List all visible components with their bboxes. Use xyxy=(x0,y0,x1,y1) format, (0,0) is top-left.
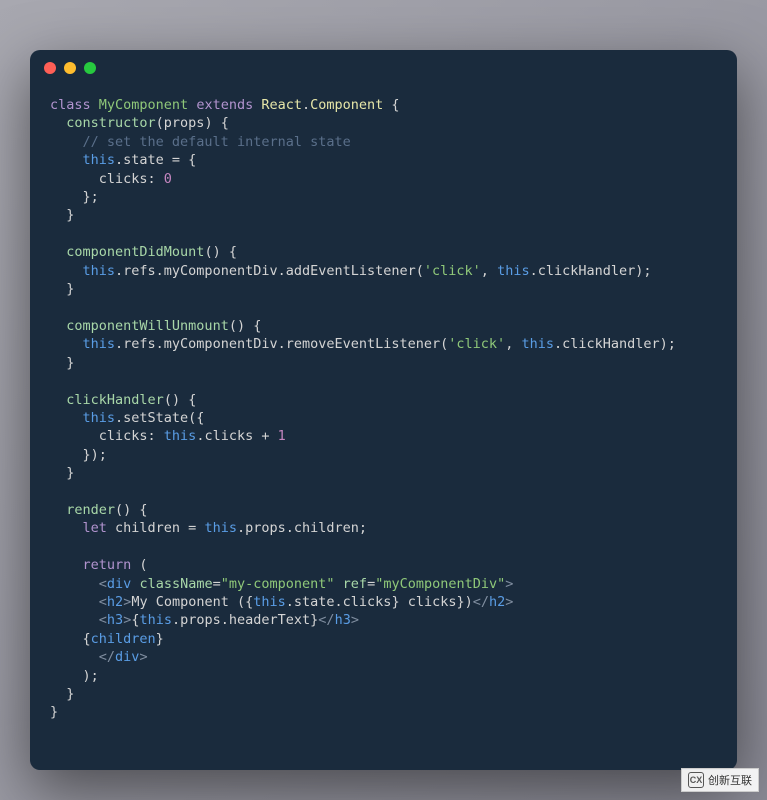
code-token: < xyxy=(99,612,107,628)
code-token xyxy=(50,612,99,628)
code-token xyxy=(335,576,343,592)
code-token: class xyxy=(50,97,99,113)
code-token: h2 xyxy=(489,594,505,610)
code-token: < xyxy=(99,576,107,592)
code-token: className xyxy=(139,576,212,592)
code-token: let xyxy=(83,520,116,536)
code-token: , xyxy=(505,336,521,352)
code-token: > xyxy=(505,594,513,610)
code-token: 0 xyxy=(164,171,172,187)
code-token: div xyxy=(107,576,140,592)
code-token: .refs.myComponentDiv.addEventListener( xyxy=(115,263,424,279)
code-token: children xyxy=(91,631,156,647)
close-icon[interactable] xyxy=(44,62,56,74)
code-token: extends xyxy=(196,97,261,113)
code-token: .refs.myComponentDiv.removeEventListener… xyxy=(115,336,448,352)
watermark-icon: CX xyxy=(688,772,704,788)
code-token: this xyxy=(83,410,116,426)
code-token: ref xyxy=(343,576,367,592)
code-token: .clicks + xyxy=(196,428,277,444)
code-token: h3 xyxy=(335,612,351,628)
code-token: </ xyxy=(318,612,334,628)
code-token: = xyxy=(213,576,221,592)
code-token: > xyxy=(505,576,513,592)
code-token: // set the default internal state xyxy=(83,134,351,150)
code-token: children = xyxy=(115,520,204,536)
maximize-icon[interactable] xyxy=(84,62,96,74)
code-token: return xyxy=(83,557,140,573)
code-token: constructor xyxy=(66,115,155,131)
code-token: render xyxy=(66,502,115,518)
code-token: 1 xyxy=(278,428,286,444)
code-editor[interactable]: class MyComponent extends React.Componen… xyxy=(30,86,737,770)
code-token: </ xyxy=(473,594,489,610)
code-token: componentDidMount xyxy=(66,244,204,260)
code-token: > xyxy=(139,649,147,665)
watermark: CX 创新互联 xyxy=(681,768,759,792)
code-token: , xyxy=(481,263,497,279)
code-token: . xyxy=(302,97,310,113)
code-token: this xyxy=(521,336,554,352)
code-token: > xyxy=(351,612,359,628)
code-token xyxy=(50,152,83,168)
code-token: ); } } xyxy=(50,668,99,721)
code-token xyxy=(50,594,99,610)
code-token: this xyxy=(83,336,116,352)
code-token: { xyxy=(50,631,91,647)
code-token: MyComponent xyxy=(99,97,197,113)
minimize-icon[interactable] xyxy=(64,62,76,74)
code-token: this xyxy=(497,263,530,279)
code-token: this xyxy=(83,152,116,168)
code-token: h3 xyxy=(107,612,123,628)
titlebar xyxy=(30,50,737,86)
code-token: 'click' xyxy=(448,336,505,352)
code-token: </ xyxy=(99,649,115,665)
code-token: h2 xyxy=(107,594,123,610)
code-token: = xyxy=(367,576,375,592)
code-token: .props.headerText xyxy=(172,612,310,628)
code-token: } clicks}) xyxy=(391,594,472,610)
code-token: componentWillUnmount xyxy=(66,318,229,334)
code-token: My Component ({ xyxy=(131,594,253,610)
code-token: < xyxy=(99,594,107,610)
code-token: .state.clicks xyxy=(286,594,392,610)
code-token: 'click' xyxy=(424,263,481,279)
code-window: class MyComponent extends React.Componen… xyxy=(30,50,737,770)
code-token: div xyxy=(115,649,139,665)
code-token: "my-component" xyxy=(221,576,335,592)
code-token: this xyxy=(164,428,197,444)
code-token: this xyxy=(204,520,237,536)
watermark-text: 创新互联 xyxy=(708,772,752,788)
code-token: this xyxy=(139,612,172,628)
code-token: this xyxy=(253,594,286,610)
code-token: React xyxy=(261,97,302,113)
code-token: Component xyxy=(310,97,391,113)
code-token: "myComponentDiv" xyxy=(375,576,505,592)
code-token: clickHandler xyxy=(66,392,164,408)
code-token: this xyxy=(83,263,116,279)
